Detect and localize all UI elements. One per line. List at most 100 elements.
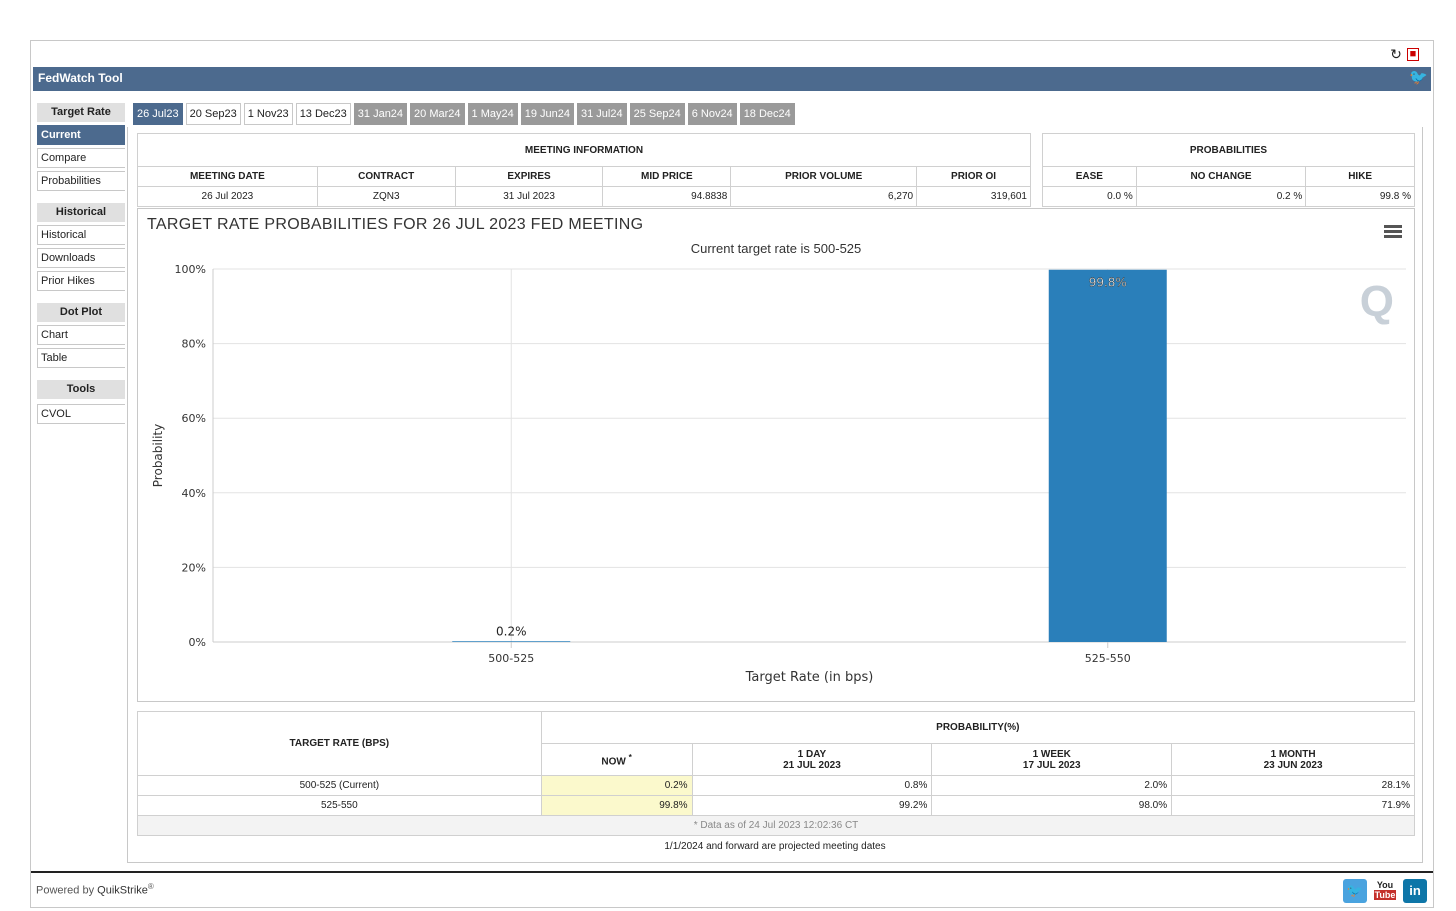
projected-dates-note: 1/1/2024 and forward are projected meeti… bbox=[664, 841, 886, 852]
social-links: 🐦 You Tube in bbox=[1343, 879, 1427, 903]
sidebar-head-target-rate[interactable]: Target Rate bbox=[37, 103, 125, 122]
tab-1nov23[interactable]: 1 Nov23 bbox=[243, 103, 293, 125]
data-label: 99.8% bbox=[1089, 276, 1127, 290]
table-row: 525-550 99.8% 99.2% 98.0% 71.9% bbox=[137, 795, 1415, 816]
y-tick-label: 60% bbox=[182, 412, 206, 425]
twitter-icon[interactable]: 🐦 bbox=[1343, 879, 1367, 903]
tab-19jun24[interactable]: 19 Jun24 bbox=[520, 103, 574, 125]
tab-6nov24[interactable]: 6 Nov24 bbox=[687, 103, 737, 125]
week-cell: 98.0% bbox=[931, 795, 1173, 816]
meeting-date-value: 26 Jul 2023 bbox=[137, 186, 318, 207]
sidebar-head-dot-plot[interactable]: Dot Plot bbox=[37, 303, 125, 322]
col-1-month: 1 MONTH 23 JUN 2023 bbox=[1171, 743, 1415, 776]
tab-26jul23[interactable]: 26 Jul23 bbox=[133, 103, 183, 125]
day-cell: 0.8% bbox=[691, 775, 933, 796]
fedwatch-frame: ↻ ■ FedWatch Tool 🐦 Target Rate Current … bbox=[30, 40, 1434, 908]
col-prior-oi: PRIOR OI bbox=[916, 166, 1031, 187]
col-contract: CONTRACT bbox=[316, 166, 456, 187]
sidebar-item-current[interactable]: Current bbox=[37, 125, 125, 145]
sidebar-head-historical[interactable]: Historical bbox=[37, 203, 125, 222]
mid-price-value: 94.8838 bbox=[602, 186, 732, 207]
col-1-week: 1 WEEK 17 JUL 2023 bbox=[931, 743, 1173, 776]
meeting-info-table: MEETING INFORMATION MEETING DATE CONTRAC… bbox=[137, 133, 1031, 207]
day-cell: 99.2% bbox=[691, 795, 933, 816]
data-label: 0.2% bbox=[496, 624, 527, 638]
col-expires: EXPIRES bbox=[454, 166, 604, 187]
y-tick-label: 100% bbox=[175, 263, 206, 276]
month-cell: 28.1% bbox=[1171, 775, 1415, 796]
app-title: FedWatch Tool bbox=[38, 71, 123, 85]
prior-volume-value: 6,270 bbox=[730, 186, 918, 207]
quikstrike-link[interactable]: QuikStrike bbox=[97, 885, 148, 897]
meeting-tabs: 26 Jul23 20 Sep23 1 Nov23 13 Dec23 31 Ja… bbox=[133, 103, 795, 125]
probability-table: TARGET RATE (BPS) PROBABILITY(%) NOW * 1… bbox=[137, 711, 1416, 836]
y-tick-label: 0% bbox=[189, 636, 206, 649]
tab-25sep24[interactable]: 25 Sep24 bbox=[629, 103, 685, 125]
tab-18dec24[interactable]: 18 Dec24 bbox=[739, 103, 795, 125]
col-1-day: 1 DAY 21 JUL 2023 bbox=[691, 743, 933, 776]
prior-oi-value: 319,601 bbox=[916, 186, 1031, 207]
col-prior-volume: PRIOR VOLUME bbox=[730, 166, 918, 187]
expires-value: 31 Jul 2023 bbox=[454, 186, 604, 207]
top-icons: ↻ ■ bbox=[1389, 45, 1419, 63]
bar-500-525 bbox=[452, 641, 571, 642]
col-now: NOW * bbox=[540, 743, 693, 776]
sidebar-item-historical[interactable]: Historical bbox=[37, 225, 125, 245]
sidebar-item-probabilities[interactable]: Probabilities bbox=[37, 171, 125, 191]
probabilities-table: PROBABILITIES EASE NO CHANGE HIKE 0.0 % … bbox=[1042, 133, 1415, 207]
data-timestamp-footnote: * Data as of 24 Jul 2023 12:02:36 CT bbox=[137, 815, 1415, 836]
chart-menu-icon[interactable] bbox=[1384, 225, 1402, 239]
col-target-rate: TARGET RATE (BPS) bbox=[137, 711, 542, 776]
col-no-change: NO CHANGE bbox=[1135, 166, 1307, 187]
sidebar-item-compare[interactable]: Compare bbox=[37, 148, 125, 168]
sidebar-item-table[interactable]: Table bbox=[37, 348, 125, 368]
y-tick-label: 80% bbox=[182, 338, 206, 351]
tab-20mar24[interactable]: 20 Mar24 bbox=[410, 103, 465, 125]
refresh-icon[interactable]: ↻ bbox=[1389, 47, 1403, 61]
tab-13dec23[interactable]: 13 Dec23 bbox=[295, 103, 351, 125]
meeting-info-caption: MEETING INFORMATION bbox=[137, 133, 1031, 167]
sidebar-item-prior-hikes[interactable]: Prior Hikes bbox=[37, 271, 125, 291]
col-meeting-date: MEETING DATE bbox=[137, 166, 318, 187]
probabilities-caption: PROBABILITIES bbox=[1042, 133, 1415, 167]
week-cell: 2.0% bbox=[931, 775, 1173, 796]
rate-cell: 500-525 (Current) bbox=[137, 775, 542, 796]
chart-subtitle: Current target rate is 500-525 bbox=[690, 241, 862, 256]
sidebar-item-downloads[interactable]: Downloads bbox=[37, 248, 125, 268]
sidebar-head-tools[interactable]: Tools bbox=[37, 380, 125, 399]
tab-1may24[interactable]: 1 May24 bbox=[467, 103, 518, 125]
probability-group-header: PROBABILITY(%) bbox=[540, 711, 1416, 744]
y-tick-label: 20% bbox=[182, 561, 206, 574]
powered-by: Powered by QuikStrike® bbox=[36, 882, 154, 897]
sidebar: Target Rate Current Compare Probabilitie… bbox=[37, 103, 127, 424]
chart-container: 0% 20% 40% 60% 80% 100% 0.2% 500-525 99.8% 525-55… bbox=[137, 208, 1415, 702]
hike-value: 99.8 % bbox=[1305, 186, 1415, 207]
bar-525-550 bbox=[1048, 269, 1167, 642]
tab-31jan24[interactable]: 31 Jan24 bbox=[353, 103, 408, 125]
x-tick-label: 500-525 bbox=[488, 652, 534, 665]
twitter-icon[interactable]: 🐦 bbox=[1409, 70, 1428, 86]
now-cell: 99.8% bbox=[540, 795, 693, 816]
quikstrike-watermark: Q bbox=[1359, 277, 1394, 326]
ease-value: 0.0 % bbox=[1042, 186, 1137, 207]
tab-31jul24[interactable]: 31 Jul24 bbox=[577, 103, 627, 125]
table-row: 500-525 (Current) 0.2% 0.8% 2.0% 28.1% bbox=[137, 775, 1415, 796]
no-change-value: 0.2 % bbox=[1135, 186, 1307, 207]
tab-20sep23[interactable]: 20 Sep23 bbox=[185, 103, 241, 125]
month-cell: 71.9% bbox=[1171, 795, 1415, 816]
y-tick-label: 40% bbox=[182, 487, 206, 500]
youtube-icon[interactable]: You Tube bbox=[1373, 879, 1397, 903]
chart-title: TARGET RATE PROBABILITIES FOR 26 JUL 202… bbox=[147, 216, 644, 233]
probability-chart: 0% 20% 40% 60% 80% 100% 0.2% 500-525 99.8% 525-55… bbox=[151, 263, 1406, 685]
footer-bar: Powered by QuikStrike® 🐦 You Tube in bbox=[31, 871, 1433, 907]
col-hike: HIKE bbox=[1305, 166, 1415, 187]
col-ease: EASE bbox=[1042, 166, 1137, 187]
sidebar-item-cvol[interactable]: CVOL bbox=[37, 404, 125, 424]
now-cell: 0.2% bbox=[540, 775, 693, 796]
col-mid-price: MID PRICE bbox=[602, 166, 732, 187]
x-axis-label: Target Rate (in bps) bbox=[745, 670, 874, 685]
linkedin-icon[interactable]: in bbox=[1403, 879, 1427, 903]
x-tick-label: 525-550 bbox=[1085, 652, 1131, 665]
sidebar-item-chart[interactable]: Chart bbox=[37, 325, 125, 345]
pdf-icon[interactable]: ■ bbox=[1407, 47, 1419, 61]
